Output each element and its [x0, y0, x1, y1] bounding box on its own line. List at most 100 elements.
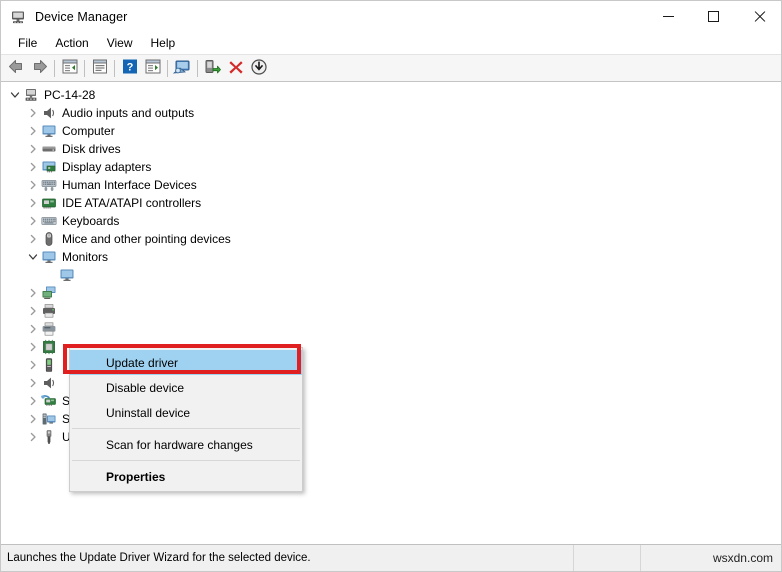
tree-label-display-adapters: Display adapters — [62, 160, 152, 174]
properties-button[interactable] — [88, 57, 111, 79]
hid-icon — [41, 177, 57, 193]
chevron-right-icon[interactable] — [25, 338, 41, 356]
tree-row-monitors[interactable]: Monitors — [7, 248, 781, 266]
tree-row-ide[interactable]: IDE ATA/ATAPI controllers — [7, 194, 781, 212]
uninstall-device-icon — [228, 59, 244, 78]
chevron-right-icon[interactable] — [25, 392, 41, 410]
tree-label-root: PC-14-28 — [44, 88, 96, 102]
tree-row-display-adapters[interactable]: Display adapters — [7, 158, 781, 176]
tree-label-audio: Audio inputs and outputs — [62, 106, 195, 120]
minimize-icon — [663, 16, 674, 17]
minimize-button[interactable] — [646, 1, 691, 32]
menu-bar: File Action View Help — [1, 32, 781, 55]
uninstall-device-button[interactable] — [224, 57, 247, 79]
device-manager-icon — [10, 9, 26, 25]
tree-row-network-adapters[interactable] — [7, 284, 781, 302]
tree-label-keyboards: Keyboards — [62, 214, 120, 228]
tree-row-mice[interactable]: Mice and other pointing devices — [7, 230, 781, 248]
tree-row-keyboards[interactable]: Keyboards — [7, 212, 781, 230]
help-icon: ? — [122, 59, 138, 77]
chevron-right-icon[interactable] — [25, 212, 41, 230]
tree-row-hid[interactable]: Human Interface Devices — [7, 176, 781, 194]
chevron-right-icon[interactable] — [25, 356, 41, 374]
monitor-icon — [41, 123, 57, 139]
context-menu-item-uninstall-device[interactable]: Uninstall device — [70, 400, 302, 425]
keyboard-icon — [41, 213, 57, 229]
chevron-right-icon[interactable] — [25, 320, 41, 338]
maximize-icon — [708, 11, 719, 22]
device-manager-window: Device Manager File Action View Help ? P… — [0, 0, 782, 572]
chevron-right-icon[interactable] — [25, 374, 41, 392]
chevron-right-icon[interactable] — [25, 176, 41, 194]
back-button[interactable] — [5, 57, 28, 79]
toolbar-separator — [114, 59, 115, 77]
help-button[interactable]: ? — [118, 57, 141, 79]
close-button[interactable] — [736, 1, 781, 32]
tree-label-computer: Computer — [62, 124, 115, 138]
tree-label-hid: Human Interface Devices — [62, 178, 197, 192]
context-menu[interactable]: Update driver Disable device Uninstall d… — [69, 347, 303, 492]
tree-row-computer[interactable]: Computer — [7, 122, 781, 140]
network-adapter-icon — [41, 285, 57, 301]
svg-text:?: ? — [126, 62, 133, 74]
menu-view[interactable]: View — [98, 33, 142, 53]
disable-device-button[interactable] — [247, 57, 270, 79]
chevron-right-icon[interactable] — [25, 284, 41, 302]
toolbar-separator — [84, 59, 85, 77]
software-device-icon — [41, 357, 57, 373]
menu-action[interactable]: Action — [46, 33, 97, 53]
context-menu-separator — [72, 460, 300, 461]
chevron-right-icon[interactable] — [25, 158, 41, 176]
mouse-icon — [41, 231, 57, 247]
show-hide-console-tree-icon — [62, 59, 78, 77]
processor-icon — [41, 339, 57, 355]
properties-icon — [92, 59, 108, 77]
context-menu-item-disable-device[interactable]: Disable device — [70, 375, 302, 400]
tree-label-mice: Mice and other pointing devices — [62, 232, 231, 246]
tree-label-disk-drives: Disk drives — [62, 142, 121, 156]
chevron-down-icon[interactable] — [7, 86, 23, 104]
context-menu-item-update-driver[interactable]: Update driver — [70, 350, 302, 375]
forward-icon — [31, 59, 48, 77]
ide-controller-icon — [41, 195, 57, 211]
window-title: Device Manager — [35, 9, 128, 24]
tree-row-monitor-child[interactable] — [7, 266, 781, 284]
speaker-icon — [41, 105, 57, 121]
tree-row-printers[interactable] — [7, 320, 781, 338]
show-hide-action-pane-button[interactable] — [141, 57, 164, 79]
chevron-right-icon[interactable] — [25, 302, 41, 320]
tree-row-root[interactable]: PC-14-28 — [7, 86, 781, 104]
storage-controller-icon — [41, 393, 57, 409]
update-driver-icon — [204, 59, 221, 78]
toolbar-separator — [167, 59, 168, 77]
chevron-right-icon[interactable] — [25, 428, 41, 446]
sound-controller-icon — [41, 375, 57, 391]
menu-file[interactable]: File — [9, 33, 46, 53]
show-hide-console-tree-button[interactable] — [58, 57, 81, 79]
chevron-right-icon[interactable] — [25, 194, 41, 212]
status-bar-message: Launches the Update Driver Wizard for th… — [1, 545, 574, 571]
chevron-right-icon[interactable] — [25, 140, 41, 158]
chevron-down-icon[interactable] — [25, 248, 41, 266]
context-menu-item-scan-for-hardware-changes[interactable]: Scan for hardware changes — [70, 432, 302, 457]
usb-controller-icon — [41, 429, 57, 445]
chevron-right-icon[interactable] — [25, 410, 41, 428]
close-icon — [753, 11, 765, 23]
scan-for-hardware-changes-button[interactable] — [171, 57, 194, 79]
menu-help[interactable]: Help — [142, 33, 185, 53]
chevron-right-icon[interactable] — [25, 230, 41, 248]
context-menu-item-properties[interactable]: Properties — [70, 464, 302, 489]
scan-for-hardware-changes-icon — [172, 59, 192, 78]
chevron-right-icon[interactable] — [25, 104, 41, 122]
tree-row-print-queues[interactable] — [7, 302, 781, 320]
tree-row-disk-drives[interactable]: Disk drives — [7, 140, 781, 158]
disk-drive-icon — [41, 141, 57, 157]
content-area: PC-14-28 Audio inputs and outputs Comput… — [1, 82, 781, 544]
maximize-button[interactable] — [691, 1, 736, 32]
forward-button[interactable] — [28, 57, 51, 79]
chevron-right-icon[interactable] — [25, 122, 41, 140]
update-driver-button[interactable] — [201, 57, 224, 79]
status-bar-watermark: wsxdn.com — [712, 551, 773, 565]
monitor-icon — [41, 249, 57, 265]
tree-row-audio[interactable]: Audio inputs and outputs — [7, 104, 781, 122]
